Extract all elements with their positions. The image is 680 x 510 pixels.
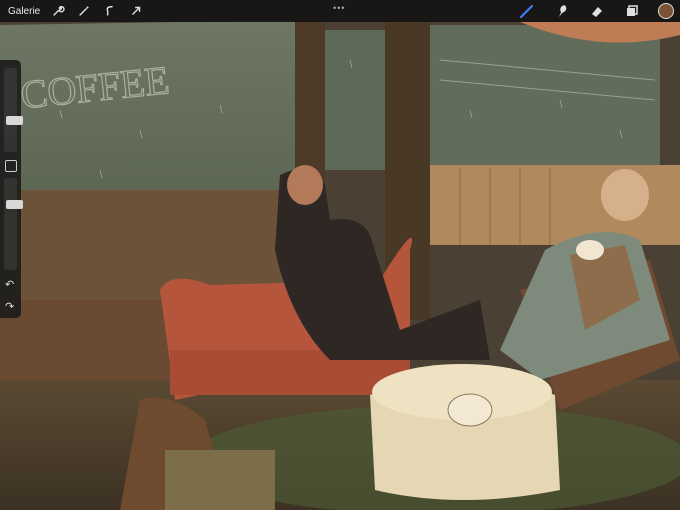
- opacity-thumb[interactable]: [6, 199, 23, 209]
- brush-size-slider[interactable]: [4, 68, 23, 152]
- eraser-icon[interactable]: [588, 2, 606, 20]
- wrench-icon[interactable]: [50, 3, 66, 19]
- teacup: [576, 240, 604, 260]
- modify-button[interactable]: [5, 160, 17, 172]
- undo-icon[interactable]: ↶: [5, 278, 14, 291]
- magic-wand-icon[interactable]: [76, 3, 92, 19]
- brush-size-thumb[interactable]: [6, 116, 23, 125]
- right-window: [430, 25, 660, 175]
- left-sidebar: ↶ ↷: [0, 60, 23, 318]
- redo-icon[interactable]: ↷: [5, 300, 14, 313]
- transform-arrow-icon[interactable]: [128, 3, 144, 19]
- figure-head: [287, 165, 323, 205]
- smudge-icon[interactable]: [553, 2, 571, 20]
- second-figure-head: [601, 169, 649, 221]
- color-picker-swatch[interactable]: [658, 3, 674, 19]
- more-options-dots[interactable]: •••: [333, 3, 345, 13]
- teapot: [447, 393, 493, 427]
- opacity-slider[interactable]: [4, 178, 23, 270]
- layers-icon[interactable]: [623, 2, 641, 20]
- middle-window: [325, 30, 385, 170]
- gallery-button[interactable]: Galerie: [8, 6, 40, 17]
- right-tool-group: [501, 2, 674, 20]
- drawing-canvas[interactable]: COFFEE: [0, 0, 680, 510]
- brush-icon[interactable]: [518, 2, 536, 20]
- selection-icon[interactable]: [102, 3, 118, 19]
- top-toolbar: Galerie •••: [0, 0, 680, 22]
